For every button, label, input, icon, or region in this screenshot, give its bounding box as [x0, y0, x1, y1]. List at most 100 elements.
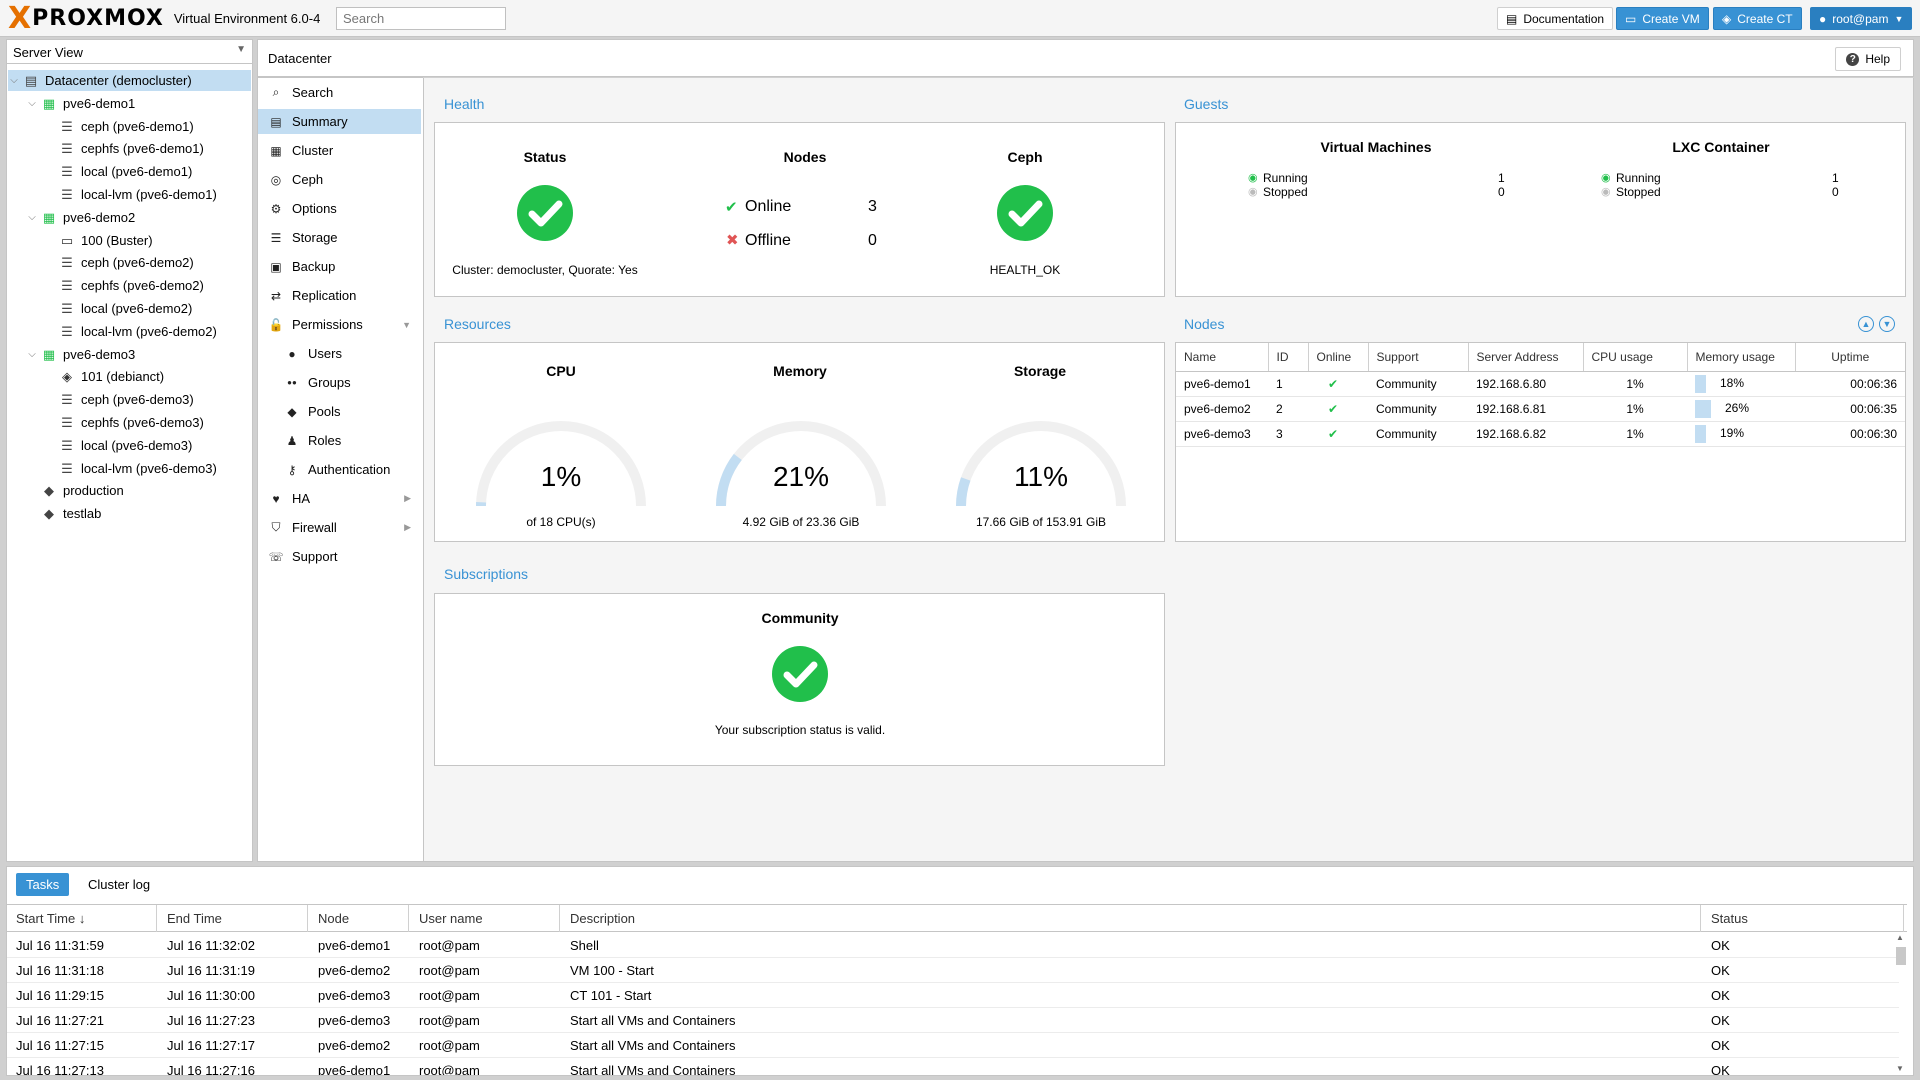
- nav-pools[interactable]: ◆ Pools: [258, 399, 421, 424]
- chevron-right-icon[interactable]: ▶: [404, 522, 411, 533]
- nav-search[interactable]: ⌕ Search: [258, 80, 421, 105]
- tree-storage[interactable]: ☰ ceph (pve6-demo3): [8, 389, 251, 410]
- collapse-up-icon[interactable]: ▲: [1858, 316, 1874, 332]
- tree-storage[interactable]: ☰ local-lvm (pve6-demo2): [8, 321, 251, 342]
- tree-node-pve6-demo3[interactable]: ⌵ ▦ pve6-demo3: [8, 344, 251, 365]
- tree-vm-100[interactable]: ▭ 100 (Buster): [8, 230, 251, 251]
- tree-storage[interactable]: ☰ local-lvm (pve6-demo1): [8, 184, 251, 205]
- storage-icon: ☰: [61, 187, 73, 202]
- tree-storage[interactable]: ☰ ceph (pve6-demo1): [8, 116, 251, 137]
- server-view-select[interactable]: Server View ▼: [7, 40, 252, 64]
- expand-toggle-icon[interactable]: ⌵: [26, 207, 38, 228]
- node-support: Community: [1368, 371, 1468, 397]
- nav-support[interactable]: ☏ Support: [258, 544, 421, 569]
- nav-cluster[interactable]: ▦ Cluster: [258, 138, 421, 163]
- tree-storage[interactable]: ☰ local (pve6-demo2): [8, 298, 251, 319]
- col-description[interactable]: Description: [561, 905, 1701, 932]
- nav-users[interactable]: ● Users: [258, 341, 421, 366]
- tree-pool-testlab[interactable]: ◆ testlab: [8, 503, 251, 524]
- col-name[interactable]: Name: [1176, 343, 1269, 372]
- chevron-right-icon[interactable]: ▶: [404, 493, 411, 504]
- tree-node-pve6-demo1[interactable]: ⌵ ▦ pve6-demo1: [8, 93, 251, 114]
- node-name: pve6-demo1: [1176, 371, 1268, 397]
- nav-groups[interactable]: ●● Groups: [258, 370, 421, 395]
- table-row[interactable]: Jul 16 11:27:21 Jul 16 11:27:23 pve6-demo3…: [7, 1008, 1899, 1033]
- table-row[interactable]: pve6-demo2 2 ✔ Community 192.168.6.81 1% 26% 00…: [1176, 396, 1905, 422]
- nav-summary[interactable]: ▤ Summary: [258, 109, 421, 134]
- table-row[interactable]: Jul 16 11:31:59 Jul 16 11:32:02 pve6-demo1…: [7, 933, 1899, 958]
- user-menu-button[interactable]: ● root@pam ▼: [1810, 7, 1913, 30]
- col-user-name[interactable]: User name: [410, 905, 560, 932]
- task-node: pve6-demo3: [318, 1013, 391, 1028]
- proxmox-logo[interactable]: X PROXMOX Virtual Environment 6.0-4: [8, 4, 320, 34]
- table-row[interactable]: pve6-demo3 3 ✔ Community 192.168.6.82 1% 19% 00…: [1176, 421, 1905, 447]
- tree-storage[interactable]: ☰ local (pve6-demo3): [8, 435, 251, 456]
- task-desc: Shell: [570, 938, 599, 953]
- create-vm-button[interactable]: ▭ Create VM: [1616, 7, 1709, 30]
- nav-ceph[interactable]: ◎ Ceph: [258, 167, 421, 192]
- tree-storage[interactable]: ☰ cephfs (pve6-demo1): [8, 138, 251, 159]
- expand-toggle-icon[interactable]: ⌵: [8, 70, 20, 91]
- nav-roles[interactable]: ♟ Roles: [258, 428, 421, 453]
- col-cpu-usage[interactable]: CPU usage: [1583, 343, 1688, 372]
- col-uptime[interactable]: Uptime: [1795, 343, 1905, 372]
- tree-storage[interactable]: ☰ cephfs (pve6-demo2): [8, 275, 251, 296]
- scroll-thumb[interactable]: [1896, 947, 1906, 965]
- guests-title: Guests: [1184, 96, 1229, 112]
- expand-toggle-icon[interactable]: ⌵: [26, 93, 38, 114]
- help-button[interactable]: ? Help: [1835, 47, 1901, 71]
- task-desc: Start all VMs and Containers: [570, 1013, 736, 1028]
- col-end-time[interactable]: End Time: [158, 905, 308, 932]
- tree-node-pve6-demo2[interactable]: ⌵ ▦ pve6-demo2: [8, 207, 251, 228]
- expand-down-icon[interactable]: ▼: [1879, 316, 1895, 332]
- tree-pool-production[interactable]: ◆ production: [8, 480, 251, 501]
- create-ct-button[interactable]: ◈ Create CT: [1713, 7, 1802, 30]
- col-online[interactable]: Online: [1308, 343, 1369, 372]
- nav-storage[interactable]: ☰ Storage: [258, 225, 421, 250]
- col-id[interactable]: ID: [1268, 343, 1309, 372]
- scroll-down-icon[interactable]: ▼: [1896, 1064, 1904, 1073]
- resources-title: Resources: [444, 316, 511, 332]
- tree-storage[interactable]: ☰ local (pve6-demo1): [8, 161, 251, 182]
- tree-storage[interactable]: ☰ cephfs (pve6-demo3): [8, 412, 251, 433]
- table-row[interactable]: Jul 16 11:31:18 Jul 16 11:31:19 pve6-demo2…: [7, 958, 1899, 983]
- expand-toggle-icon[interactable]: ⌵: [26, 344, 38, 365]
- table-row[interactable]: Jul 16 11:29:15 Jul 16 11:30:00 pve6-demo3…: [7, 983, 1899, 1008]
- nav-firewall[interactable]: ⛉ Firewall ▶: [258, 515, 421, 540]
- storage-percent: 11%: [1014, 461, 1068, 492]
- node-memory: 19%: [1687, 421, 1795, 447]
- nav-authentication[interactable]: ⚷ Authentication: [258, 457, 421, 482]
- task-log-scrollbar[interactable]: ▲ ▼: [1895, 933, 1907, 1073]
- summary-panel: Health Status Cluster: democluster, Quor…: [423, 78, 1914, 862]
- col-memory-usage[interactable]: Memory usage: [1687, 343, 1796, 372]
- tab-cluster-log[interactable]: Cluster log: [78, 873, 160, 896]
- search-input[interactable]: [336, 7, 506, 30]
- col-start-time[interactable]: Start Time ↓: [7, 905, 157, 932]
- col-server-address[interactable]: Server Address: [1468, 343, 1584, 372]
- nav-backup[interactable]: ▣ Backup: [258, 254, 421, 279]
- nav-permissions[interactable]: 🔓 Permissions ▼: [258, 312, 421, 337]
- table-row[interactable]: Jul 16 11:27:15 Jul 16 11:27:17 pve6-demo2…: [7, 1033, 1899, 1058]
- scroll-up-icon[interactable]: ▲: [1896, 933, 1904, 942]
- node-online: ✔: [1308, 396, 1368, 422]
- col-node[interactable]: Node: [309, 905, 409, 932]
- tree-storage[interactable]: ☰ local-lvm (pve6-demo3): [8, 458, 251, 479]
- tree-datacenter[interactable]: ⌵ ▤ Datacenter (democluster): [8, 70, 251, 91]
- documentation-button[interactable]: ▤ Documentation: [1497, 7, 1614, 30]
- nodes-heading: Nodes: [783, 149, 827, 165]
- offline-count: 0: [868, 232, 877, 249]
- col-status[interactable]: Status: [1702, 905, 1904, 932]
- table-row[interactable]: Jul 16 11:27:13 Jul 16 11:27:16 pve6-demo1…: [7, 1058, 1899, 1075]
- nav-label: Summary: [292, 114, 348, 129]
- nav-ha[interactable]: ♥ HA ▶: [258, 486, 421, 511]
- tab-tasks[interactable]: Tasks: [16, 873, 70, 896]
- tree-storage[interactable]: ☰ ceph (pve6-demo2): [8, 252, 251, 273]
- node-id: 2: [1268, 396, 1308, 422]
- tree-ct-101[interactable]: ◈ 101 (debianct): [8, 366, 251, 387]
- table-row[interactable]: pve6-demo1 1 ✔ Community 192.168.6.80 1% 18% 00…: [1176, 371, 1905, 397]
- nav-options[interactable]: ⚙ Options: [258, 196, 421, 221]
- nav-replication[interactable]: ⇄ Replication: [258, 283, 421, 308]
- memory-heading: Memory: [773, 363, 827, 379]
- chevron-down-icon[interactable]: ▼: [402, 320, 411, 330]
- col-support[interactable]: Support: [1368, 343, 1469, 372]
